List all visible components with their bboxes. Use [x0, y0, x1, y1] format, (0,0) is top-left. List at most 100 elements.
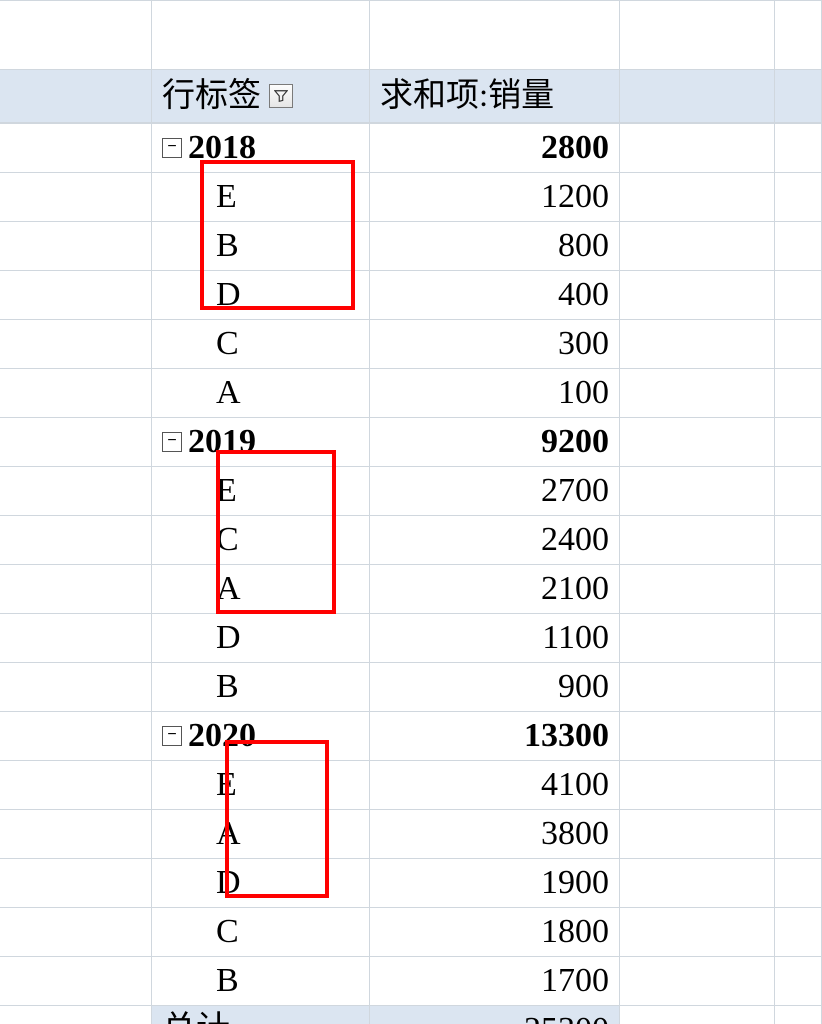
cell[interactable] — [775, 124, 822, 172]
cell[interactable] — [0, 271, 152, 319]
cell[interactable] — [620, 1006, 775, 1024]
cell[interactable] — [0, 908, 152, 956]
cell[interactable] — [620, 957, 775, 1005]
item-label-cell[interactable]: C — [152, 516, 370, 564]
cell[interactable] — [0, 222, 152, 270]
cell[interactable] — [152, 1, 370, 69]
cell[interactable] — [775, 369, 822, 417]
cell[interactable] — [0, 957, 152, 1005]
item-value-cell[interactable]: 400 — [370, 271, 620, 319]
row-labels-header[interactable]: 行标签 — [152, 70, 370, 122]
cell[interactable] — [620, 418, 775, 466]
item-label-cell[interactable]: D — [152, 614, 370, 662]
item-value-cell[interactable]: 3800 — [370, 810, 620, 858]
cell[interactable] — [0, 614, 152, 662]
item-value-cell[interactable]: 1900 — [370, 859, 620, 907]
cell[interactable] — [775, 1, 822, 69]
filter-icon[interactable] — [269, 84, 293, 108]
item-label-cell[interactable]: E — [152, 467, 370, 515]
cell[interactable] — [0, 467, 152, 515]
item-label-cell[interactable]: B — [152, 663, 370, 711]
cell[interactable] — [0, 418, 152, 466]
cell[interactable] — [620, 70, 775, 122]
cell[interactable] — [775, 271, 822, 319]
cell[interactable] — [620, 810, 775, 858]
cell[interactable] — [775, 859, 822, 907]
group-year-cell[interactable]: −2019 — [152, 418, 370, 466]
item-value-cell[interactable]: 900 — [370, 663, 620, 711]
grand-total-label[interactable]: 总计 — [152, 1006, 370, 1024]
cell[interactable] — [620, 565, 775, 613]
cell[interactable] — [775, 418, 822, 466]
cell[interactable] — [620, 467, 775, 515]
cell[interactable] — [775, 1006, 822, 1024]
cell[interactable] — [775, 761, 822, 809]
cell[interactable] — [620, 908, 775, 956]
item-label-cell[interactable]: C — [152, 320, 370, 368]
cell[interactable] — [620, 320, 775, 368]
group-year-cell[interactable]: −2020 — [152, 712, 370, 760]
group-sum-cell[interactable]: 9200 — [370, 418, 620, 466]
collapse-icon[interactable]: − — [162, 726, 182, 746]
cell[interactable] — [620, 712, 775, 760]
cell[interactable] — [0, 810, 152, 858]
cell[interactable] — [775, 614, 822, 662]
cell[interactable] — [620, 663, 775, 711]
value-header[interactable]: 求和项:销量 — [370, 70, 620, 122]
cell[interactable] — [620, 761, 775, 809]
cell[interactable] — [775, 467, 822, 515]
item-label-cell[interactable]: A — [152, 810, 370, 858]
cell[interactable] — [0, 1006, 152, 1024]
cell[interactable] — [620, 1, 775, 69]
cell[interactable] — [775, 565, 822, 613]
item-value-cell[interactable]: 1100 — [370, 614, 620, 662]
item-label-cell[interactable]: C — [152, 908, 370, 956]
item-value-cell[interactable]: 2100 — [370, 565, 620, 613]
cell[interactable] — [620, 369, 775, 417]
group-sum-cell[interactable]: 13300 — [370, 712, 620, 760]
cell[interactable] — [620, 271, 775, 319]
cell[interactable] — [775, 908, 822, 956]
cell[interactable] — [0, 320, 152, 368]
item-value-cell[interactable]: 4100 — [370, 761, 620, 809]
cell[interactable] — [775, 173, 822, 221]
cell[interactable] — [0, 369, 152, 417]
item-label-cell[interactable]: D — [152, 859, 370, 907]
item-label-cell[interactable]: B — [152, 222, 370, 270]
cell[interactable] — [775, 70, 822, 122]
cell[interactable] — [0, 1, 152, 69]
item-label-cell[interactable]: E — [152, 173, 370, 221]
group-sum-cell[interactable]: 2800 — [370, 124, 620, 172]
cell[interactable] — [0, 70, 152, 122]
item-value-cell[interactable]: 1700 — [370, 957, 620, 1005]
item-label-cell[interactable]: A — [152, 565, 370, 613]
group-year-cell[interactable]: −2018 — [152, 124, 370, 172]
cell[interactable] — [775, 222, 822, 270]
grand-total-value[interactable]: 25300 — [370, 1006, 620, 1024]
cell[interactable] — [620, 859, 775, 907]
item-value-cell[interactable]: 800 — [370, 222, 620, 270]
item-value-cell[interactable]: 100 — [370, 369, 620, 417]
item-value-cell[interactable]: 300 — [370, 320, 620, 368]
item-value-cell[interactable]: 1200 — [370, 173, 620, 221]
cell[interactable] — [775, 810, 822, 858]
cell[interactable] — [0, 761, 152, 809]
cell[interactable] — [0, 516, 152, 564]
cell[interactable] — [775, 320, 822, 368]
cell[interactable] — [620, 124, 775, 172]
item-label-cell[interactable]: D — [152, 271, 370, 319]
cell[interactable] — [0, 859, 152, 907]
item-label-cell[interactable]: B — [152, 957, 370, 1005]
cell[interactable] — [775, 712, 822, 760]
cell[interactable] — [620, 173, 775, 221]
cell[interactable] — [775, 663, 822, 711]
cell[interactable] — [620, 516, 775, 564]
cell[interactable] — [0, 565, 152, 613]
cell[interactable] — [0, 124, 152, 172]
collapse-icon[interactable]: − — [162, 432, 182, 452]
item-value-cell[interactable]: 1800 — [370, 908, 620, 956]
collapse-icon[interactable]: − — [162, 138, 182, 158]
item-value-cell[interactable]: 2700 — [370, 467, 620, 515]
cell[interactable] — [0, 173, 152, 221]
item-value-cell[interactable]: 2400 — [370, 516, 620, 564]
